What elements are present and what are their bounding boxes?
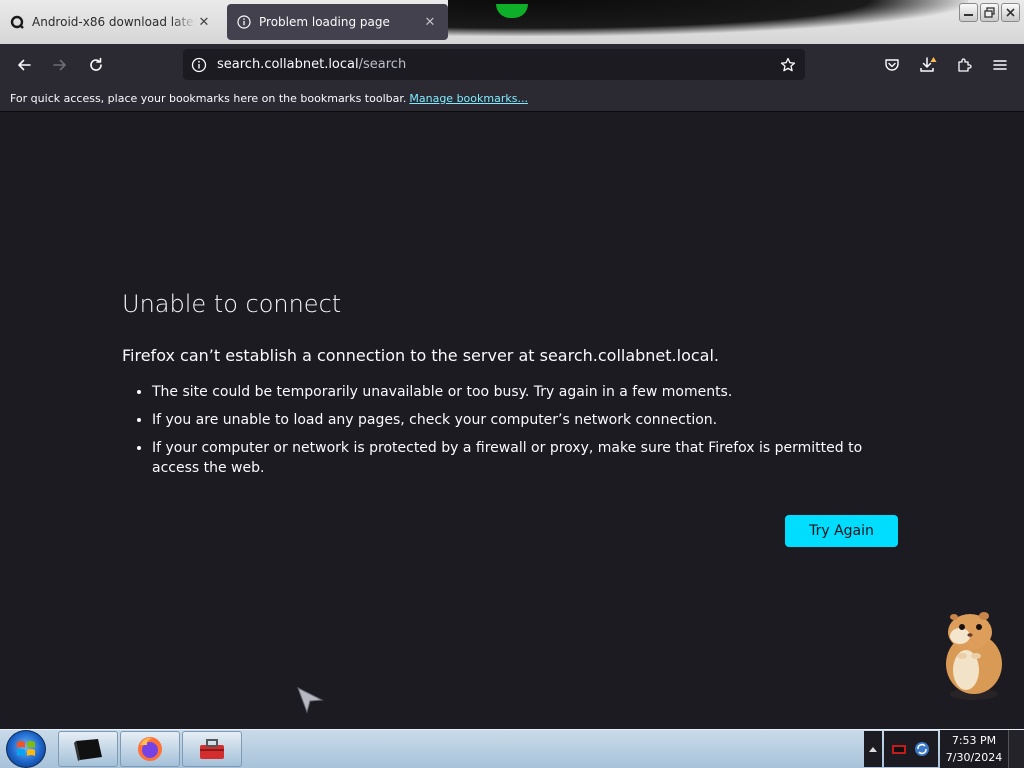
network-icon[interactable] (891, 742, 909, 756)
error-suggestions: The site could be temporarily unavailabl… (122, 382, 892, 486)
extensions-button[interactable] (948, 49, 980, 81)
bookmarks-toolbar: For quick access, place your bookmarks h… (0, 86, 1024, 112)
try-again-button[interactable]: Try Again (785, 515, 898, 547)
puzzle-piece-icon (958, 58, 972, 72)
error-title: Unable to connect (122, 290, 342, 318)
download-icon (920, 57, 937, 72)
tab-android-x86[interactable]: Android-x86 download latest v ✕ (0, 4, 222, 40)
reload-icon (90, 57, 102, 71)
close-tab-icon[interactable]: ✕ (422, 14, 438, 30)
taskbar-terminal-button[interactable] (58, 731, 118, 767)
toolbox-icon (200, 739, 224, 759)
back-button[interactable] (8, 49, 40, 81)
forward-arrow-icon (53, 59, 66, 71)
navigation-toolbar: search.collabnet.local/search (0, 44, 1024, 86)
clock-date: 7/30/2024 (945, 751, 1003, 764)
taskbar: 7:53 PM 7/30/2024 (0, 729, 1024, 768)
suggestion-item: If you are unable to load any pages, che… (152, 410, 892, 430)
clock-time: 7:53 PM (951, 734, 997, 747)
menu-button[interactable] (984, 49, 1016, 81)
system-clock[interactable]: 7:53 PM 7/30/2024 (940, 730, 1008, 768)
show-desktop-button[interactable] (1008, 730, 1024, 768)
address-bar[interactable]: search.collabnet.local/search (183, 49, 805, 80)
chevron-up-icon (869, 747, 877, 752)
bookmark-star-icon[interactable] (773, 57, 803, 73)
url-text[interactable]: search.collabnet.local/search (217, 57, 773, 72)
hamburger-menu-icon (993, 60, 1007, 70)
back-arrow-icon (18, 59, 31, 71)
tab-strip: Android-x86 download latest v ✕ Problem … (0, 0, 1024, 44)
sync-icon[interactable] (913, 740, 931, 758)
tab-title: Android-x86 download latest v (32, 15, 196, 29)
error-page: Unable to connect Firefox can’t establis… (0, 112, 1024, 729)
taskbar-firefox-button[interactable] (120, 731, 180, 767)
minimize-button[interactable] (959, 3, 978, 22)
manage-bookmarks-link[interactable]: Manage bookmarks... (409, 92, 528, 105)
windows-logo-icon (17, 741, 35, 756)
hamster-mascot-image (936, 606, 1006, 706)
bookmarks-hint-text: For quick access, place your bookmarks h… (10, 92, 407, 105)
restore-button[interactable] (980, 3, 999, 22)
reload-button[interactable] (80, 49, 112, 81)
terminal-icon (74, 739, 102, 761)
close-window-button[interactable] (1001, 3, 1020, 22)
tab-title: Problem loading page (259, 15, 390, 29)
pocket-button[interactable] (876, 49, 908, 81)
pocket-icon (885, 59, 899, 71)
site-favicon-icon (10, 15, 24, 29)
tab-problem-loading[interactable]: Problem loading page ✕ (227, 4, 448, 40)
start-button[interactable] (6, 730, 46, 768)
suggestion-item: If your computer or network is protected… (152, 438, 892, 478)
downloads-button[interactable] (912, 49, 944, 81)
firefox-icon (138, 737, 162, 761)
url-host: search.collabnet.local (217, 57, 359, 72)
system-tray (884, 731, 938, 767)
forward-button[interactable] (44, 49, 76, 81)
url-path: /search (358, 57, 407, 72)
suggestion-item: The site could be temporarily unavailabl… (152, 382, 892, 402)
close-tab-icon[interactable]: ✕ (196, 14, 212, 30)
error-description: Firefox can’t establish a connection to … (122, 346, 719, 365)
window-controls (959, 3, 1020, 22)
site-info-icon[interactable] (184, 57, 214, 73)
show-hidden-icons-button[interactable] (864, 731, 882, 767)
info-icon (237, 15, 251, 29)
mouse-cursor-icon (296, 686, 324, 718)
taskbar-toolbox-button[interactable] (182, 731, 242, 767)
